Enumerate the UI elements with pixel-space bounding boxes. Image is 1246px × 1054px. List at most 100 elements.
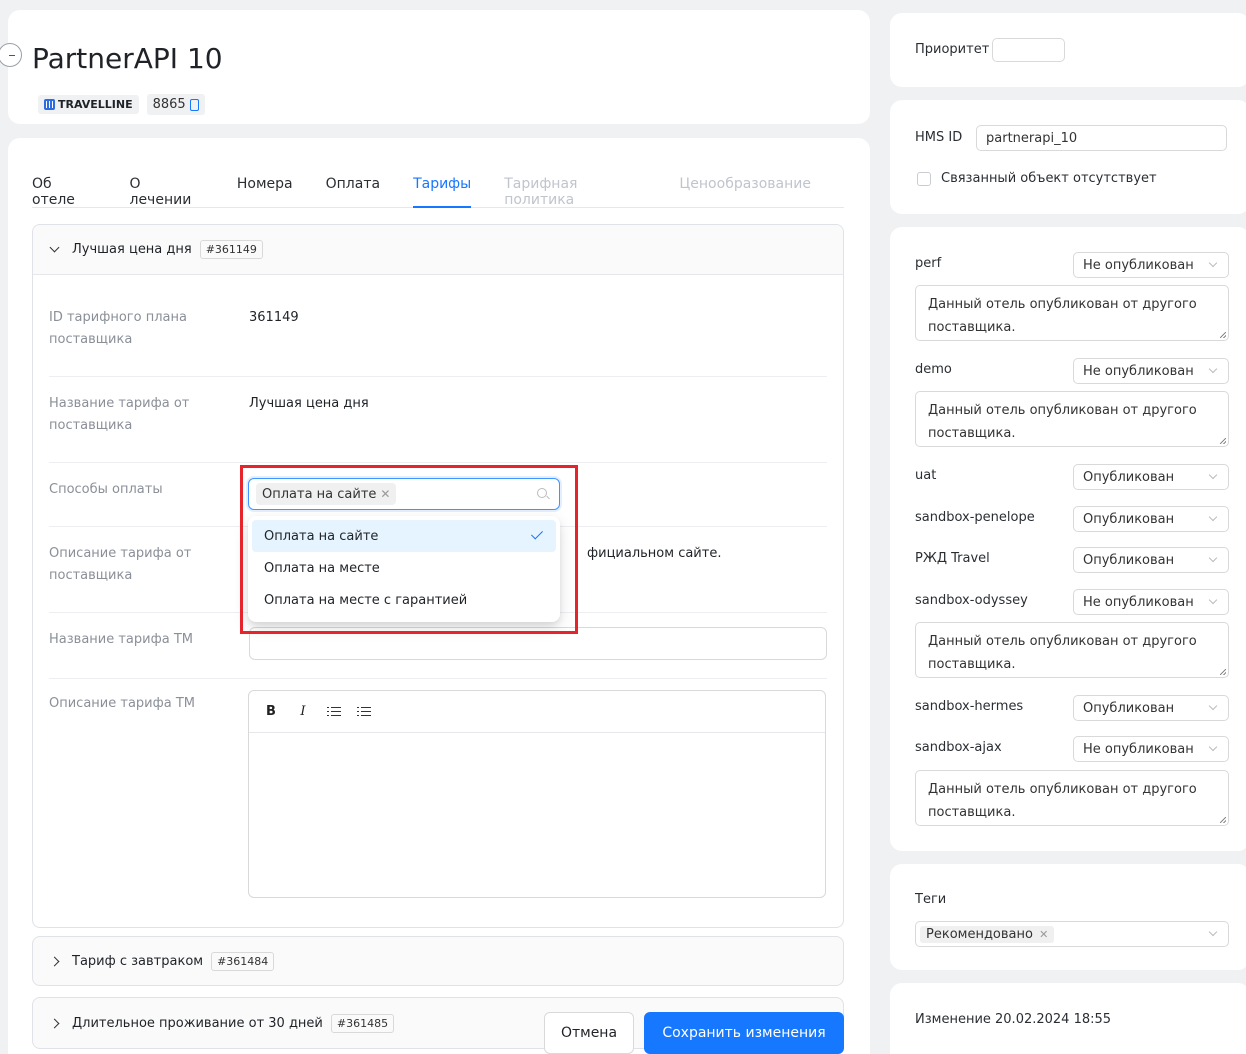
- editor-body[interactable]: [249, 733, 825, 897]
- publication-name: sandbox-hermes: [915, 699, 1024, 714]
- supplier-name-value: Лучшая цена дня: [249, 396, 369, 411]
- search-icon: [537, 488, 547, 498]
- plan-id-value: 361149: [249, 310, 299, 325]
- option-label: Оплата на сайте: [264, 528, 379, 544]
- back-icon[interactable]: [0, 43, 22, 67]
- tm-name-input[interactable]: [249, 627, 827, 660]
- field-supplier-name: Название тарифа от поставщика Лучшая цен…: [49, 393, 827, 463]
- tm-description-label: Описание тарифа ТМ: [49, 696, 195, 711]
- chevron-down-icon: [1208, 470, 1218, 480]
- tab-about-hotel[interactable]: Об отеле: [32, 164, 97, 208]
- hms-id-input[interactable]: partnerapi_10: [976, 125, 1227, 151]
- bold-button[interactable]: B: [263, 704, 279, 719]
- publications-card: perf Не опубликован Данный отель опублик…: [890, 227, 1246, 851]
- copy-icon[interactable]: [189, 98, 199, 111]
- hms-id-label: HMS ID: [915, 130, 963, 145]
- field-plan-id: ID тарифного плана поставщика 361149: [49, 307, 827, 377]
- publication-name: sandbox-ajax: [915, 740, 1002, 755]
- status-value: Не опубликован: [1083, 594, 1194, 610]
- tm-name-label: Название тарифа ТМ: [49, 632, 193, 647]
- option-label: Оплата на месте с гарантией: [264, 592, 468, 608]
- chevron-down-icon: [1208, 701, 1218, 711]
- checkbox[interactable]: [917, 171, 931, 186]
- tariff-id-tag: #361149: [199, 240, 263, 259]
- publication-status-select[interactable]: Опубликован: [1073, 506, 1229, 532]
- editor-toolbar: B I: [249, 691, 825, 733]
- supplier-description-value: фициальном сайте.: [587, 546, 722, 561]
- plan-id-label: ID тарифного плана поставщика: [49, 310, 187, 347]
- provider-id-box[interactable]: 8865: [146, 94, 205, 115]
- publication-row: perf Не опубликован: [915, 252, 1229, 278]
- close-icon[interactable]: ✕: [1039, 928, 1048, 941]
- changed-card: Изменение 20.02.2024 18:55: [890, 983, 1246, 1054]
- status-value: Опубликован: [1083, 511, 1175, 527]
- hotel-header-card: PartnerAPI 10 TRAVELLINE 8865: [0, 10, 870, 124]
- last-changed-text: Изменение 20.02.2024 18:55: [915, 1012, 1112, 1027]
- provider-id: 8865: [152, 97, 186, 112]
- tab-tariffs[interactable]: Тарифы: [413, 164, 472, 208]
- publication-status-select[interactable]: Не опубликован: [1073, 736, 1229, 762]
- publication-row: sandbox-penelope Опубликован: [915, 506, 1229, 532]
- publication-note[interactable]: Данный отель опубликован от другого пост…: [915, 391, 1229, 447]
- option-pay-on-site[interactable]: Оплата на сайте: [252, 520, 556, 552]
- publication-row: sandbox-ajax Не опубликован: [915, 736, 1229, 762]
- tab-payment[interactable]: Оплата: [326, 164, 380, 207]
- chevron-down-icon: [1208, 512, 1218, 522]
- chevron-right-icon: [49, 1018, 60, 1028]
- option-pay-at-place[interactable]: Оплата на месте: [252, 552, 556, 584]
- numbered-list-icon[interactable]: [357, 706, 371, 717]
- publication-status-select[interactable]: Не опубликован: [1073, 252, 1229, 278]
- main-card: Об отеле О лечении Номера Оплата Тарифы …: [8, 138, 870, 1054]
- tariff-panel-collapsed[interactable]: Тариф с завтраком #361484: [32, 936, 844, 986]
- publication-status-select[interactable]: Не опубликован: [1073, 589, 1229, 615]
- publication-note[interactable]: Данный отель опубликован от другого пост…: [915, 622, 1229, 678]
- publication-status-select[interactable]: Опубликован: [1073, 547, 1229, 573]
- status-value: Не опубликован: [1083, 363, 1194, 379]
- no-linked-object-checkbox[interactable]: Связанный объект отсутствует: [917, 171, 1157, 186]
- publication-status-select[interactable]: Не опубликован: [1073, 358, 1229, 384]
- supplier-description-label: Описание тарифа от поставщика: [49, 546, 192, 583]
- payment-methods-label: Способы оплаты: [49, 482, 163, 497]
- save-button[interactable]: Сохранить изменения: [644, 1012, 844, 1054]
- tab-rooms[interactable]: Номера: [237, 164, 293, 207]
- publication-row: sandbox-hermes Опубликован: [915, 695, 1229, 721]
- supplier-name-label: Название тарифа от поставщика: [49, 396, 190, 433]
- publication-note[interactable]: Данный отель опубликован от другого пост…: [915, 770, 1229, 826]
- tm-description-editor[interactable]: B I: [248, 690, 826, 898]
- publication-status-select[interactable]: Опубликован: [1073, 695, 1229, 721]
- chevron-down-icon: [1208, 553, 1218, 563]
- chevron-down-icon: [1208, 258, 1218, 268]
- status-value: Не опубликован: [1083, 741, 1194, 757]
- tags-select[interactable]: Рекомендовано ✕: [915, 921, 1229, 947]
- tag-chip: Рекомендовано ✕: [920, 925, 1055, 943]
- hms-card: HMS ID partnerapi_10 Связанный объект от…: [890, 100, 1246, 214]
- publication-row: demo Не опубликован: [915, 358, 1229, 384]
- provider-name: TRAVELLINE: [58, 98, 133, 111]
- tab-bar: Об отеле О лечении Номера Оплата Тарифы …: [32, 164, 844, 208]
- chevron-down-icon: [1208, 927, 1218, 937]
- tab-tariff-policy: Тарифная политика: [504, 176, 578, 208]
- status-value: Опубликован: [1083, 469, 1175, 485]
- publication-name: uat: [915, 468, 937, 483]
- bulleted-list-icon[interactable]: [327, 706, 341, 717]
- publication-status-select[interactable]: Опубликован: [1073, 464, 1229, 490]
- check-icon: [530, 527, 544, 540]
- close-icon[interactable]: ✕: [380, 487, 390, 501]
- option-pay-at-place-guarantee[interactable]: Оплата на месте с гарантией: [252, 584, 556, 616]
- italic-button[interactable]: I: [295, 704, 311, 719]
- selected-payment-tag: Оплата на сайте ✕: [256, 483, 397, 505]
- publication-row: sandbox-odyssey Не опубликован: [915, 589, 1229, 615]
- tab-pricing: Ценообразование: [679, 176, 811, 192]
- publication-note[interactable]: Данный отель опубликован от другого пост…: [915, 285, 1229, 341]
- payment-methods-select[interactable]: Оплата на сайте ✕: [248, 478, 560, 510]
- tags-card: Теги Рекомендовано ✕: [890, 864, 1246, 970]
- publication-name: sandbox-odyssey: [915, 593, 1028, 608]
- tariff-panel-title: Лучшая цена дня: [72, 242, 192, 257]
- priority-input[interactable]: [992, 38, 1065, 62]
- option-label: Оплата на месте: [264, 560, 380, 576]
- cancel-button[interactable]: Отмена: [544, 1012, 634, 1054]
- tariff-panel-header[interactable]: Лучшая цена дня #361149: [33, 225, 843, 275]
- tab-treatment[interactable]: О лечении: [130, 164, 204, 208]
- page-title: PartnerAPI 10: [32, 42, 223, 75]
- chevron-down-icon: [1208, 595, 1218, 605]
